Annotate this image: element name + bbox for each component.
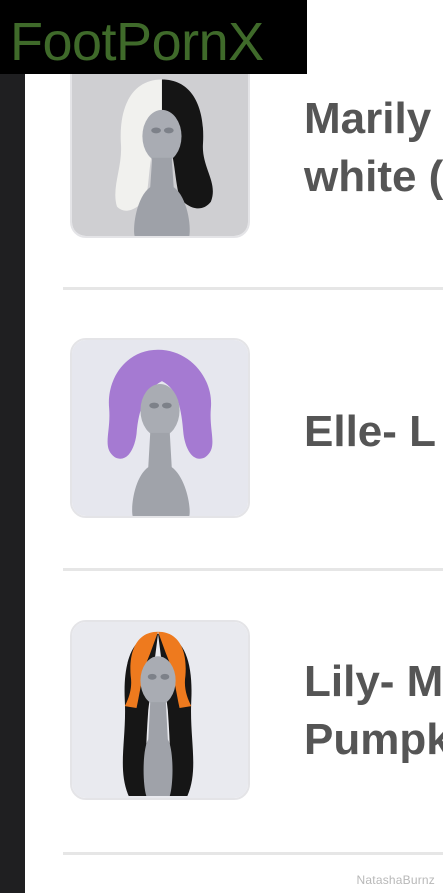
list-divider: [63, 568, 443, 571]
product-2-title[interactable]: Elle- L: [304, 403, 436, 461]
left-edge-strip: [0, 0, 25, 893]
product-3-title-line-2: Pumpk: [304, 715, 443, 764]
product-3-title-line-1: Lily- M: [304, 657, 443, 706]
watermark-banner: FootPornX: [0, 0, 307, 74]
screen: Marily white ( Elle- L Lily- M Pumpk Nat…: [0, 0, 443, 893]
product-1-title-line-1: Marily: [304, 94, 432, 143]
product-2-title-line-1: Elle- L: [304, 407, 437, 456]
product-2-thumbnail[interactable]: [70, 338, 250, 518]
product-image: [72, 60, 248, 236]
product-image: [72, 622, 248, 798]
product-1-title[interactable]: Marily white (: [304, 90, 443, 206]
product-1-title-line-2: white (: [304, 152, 443, 201]
product-1-thumbnail[interactable]: [70, 58, 250, 238]
credit-text: NatashaBurnz: [356, 873, 435, 887]
product-3-title[interactable]: Lily- M Pumpk: [304, 653, 443, 769]
list-divider: [63, 287, 443, 290]
product-3-thumbnail[interactable]: [70, 620, 250, 800]
watermark-text: FootPornX: [10, 12, 264, 72]
product-image: [72, 340, 248, 516]
list-divider: [63, 852, 443, 855]
